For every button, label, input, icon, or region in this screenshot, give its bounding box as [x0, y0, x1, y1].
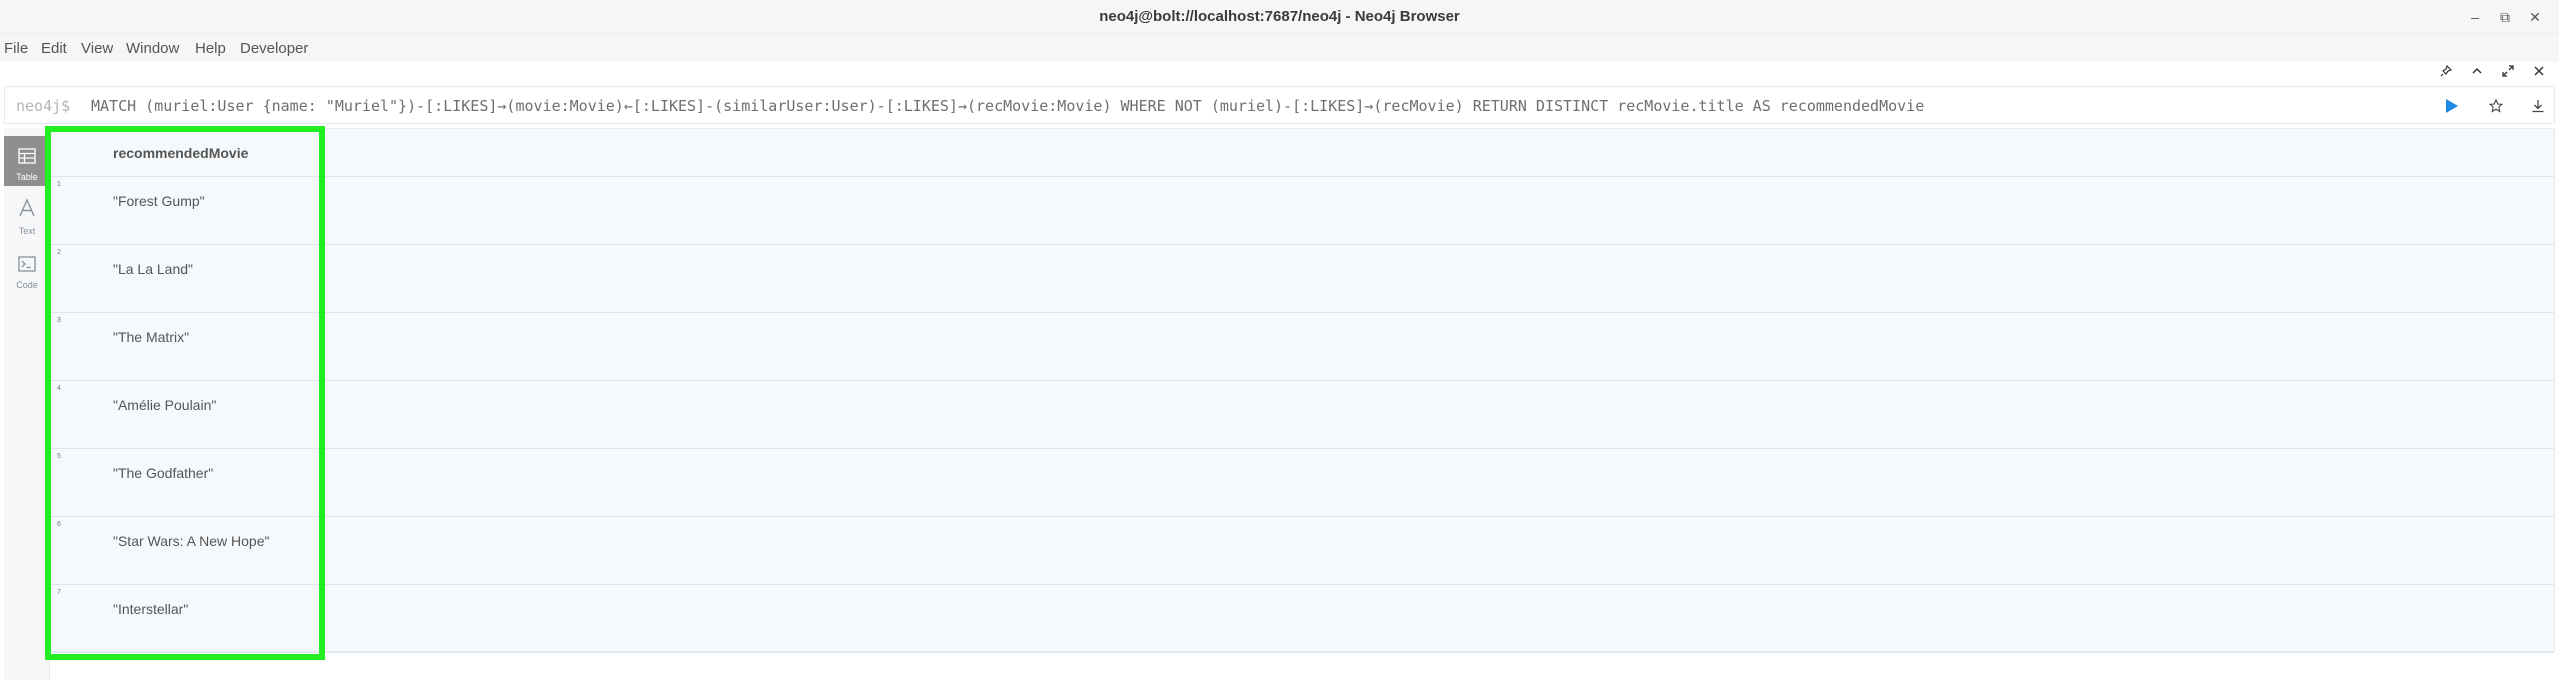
row-value: "Star Wars: A New Hope" — [113, 533, 270, 549]
favorite-star-icon[interactable] — [2483, 93, 2509, 119]
table-row[interactable]: 5 "The Godfather" — [51, 449, 2554, 517]
row-value: "The Matrix" — [113, 329, 190, 345]
row-index: 1 — [57, 181, 61, 188]
run-button[interactable] — [2439, 93, 2465, 119]
result-table: recommendedMovie 1 "Forest Gump" 2 "La L… — [50, 128, 2555, 653]
text-icon — [19, 198, 35, 217]
query-editor[interactable]: neo4j$ MATCH (muriel:User {name: "Muriel… — [4, 86, 2555, 124]
menu-view[interactable]: View — [81, 40, 113, 57]
menu-edit[interactable]: Edit — [41, 40, 67, 57]
view-code-button[interactable]: Code — [4, 244, 50, 294]
minimize-button[interactable]: – — [2464, 6, 2486, 28]
table-icon — [18, 148, 36, 164]
table-row[interactable]: 1 "Forest Gump" — [51, 177, 2554, 245]
table-row[interactable]: 7 "Interstellar" — [51, 585, 2554, 653]
query-text[interactable]: MATCH (muriel:User {name: "Muriel"})-[:L… — [91, 97, 1924, 115]
view-text-button[interactable]: Text — [4, 190, 50, 240]
editor-prompt: neo4j$ — [16, 97, 71, 115]
table-row[interactable]: 4 "Amélie Poulain" — [51, 381, 2554, 449]
row-index: 4 — [57, 385, 61, 392]
table-row[interactable]: 3 "The Matrix" — [51, 313, 2554, 381]
menu-developer[interactable]: Developer — [240, 40, 308, 57]
column-header: recommendedMovie — [113, 145, 249, 161]
row-value: "Interstellar" — [113, 601, 189, 617]
view-table-label: Table — [16, 172, 38, 182]
view-code-label: Code — [16, 280, 38, 290]
close-frame-icon[interactable] — [2528, 64, 2550, 82]
menu-file[interactable]: File — [4, 40, 28, 57]
maximize-button[interactable]: ⧉ — [2494, 6, 2516, 28]
result-frame: Table Text Code recommendedMovie 1 "Fore… — [4, 128, 2555, 680]
menu-window[interactable]: Window — [126, 40, 179, 57]
pin-icon[interactable] — [2435, 64, 2457, 82]
row-value: "Amélie Poulain" — [113, 397, 217, 413]
close-button[interactable]: ✕ — [2524, 6, 2546, 28]
collapse-icon[interactable] — [2466, 64, 2488, 82]
view-text-label: Text — [18, 226, 36, 236]
window-titlebar: neo4j@bolt://localhost:7687/neo4j - Neo4… — [0, 0, 2559, 34]
row-index: 7 — [57, 589, 61, 596]
table-row[interactable]: 2 "La La Land" — [51, 245, 2554, 313]
menu-help[interactable]: Help — [195, 40, 226, 57]
code-icon — [18, 256, 36, 272]
row-index: 6 — [57, 521, 61, 528]
view-table-button[interactable]: Table — [4, 136, 50, 186]
row-value: "The Godfather" — [113, 465, 214, 481]
row-value: "La La Land" — [113, 261, 194, 277]
download-icon[interactable] — [2525, 93, 2551, 119]
row-index: 5 — [57, 453, 61, 460]
row-value: "Forest Gump" — [113, 193, 205, 209]
fullscreen-icon[interactable] — [2497, 64, 2519, 82]
row-index: 2 — [57, 249, 61, 256]
menu-bar: File Edit View Window Help Developer — [0, 34, 2559, 62]
view-switcher: Table Text Code — [4, 128, 50, 680]
table-row[interactable]: 6 "Star Wars: A New Hope" — [51, 517, 2554, 585]
window-title: neo4j@bolt://localhost:7687/neo4j - Neo4… — [1099, 8, 1460, 25]
row-index: 3 — [57, 317, 61, 324]
table-header: recommendedMovie — [51, 129, 2554, 177]
